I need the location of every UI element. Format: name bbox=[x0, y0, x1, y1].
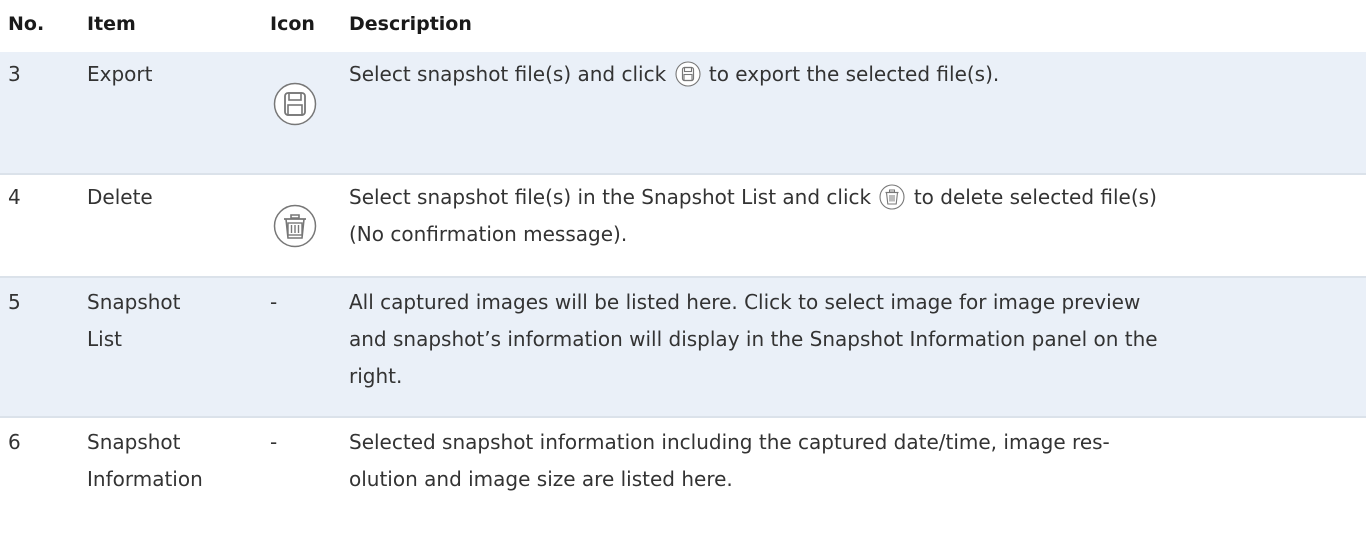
row-description: Selected snapshot information including … bbox=[349, 424, 1359, 498]
save-icon bbox=[273, 82, 317, 126]
table-header-row: No. Item Icon Description bbox=[0, 0, 1366, 52]
trash-icon bbox=[273, 204, 317, 248]
description-text: (No confirmation message). bbox=[349, 222, 628, 246]
row-item-line: List bbox=[87, 327, 122, 351]
row-item: Snapshot List bbox=[87, 284, 247, 358]
row-item-line: Snapshot bbox=[87, 430, 181, 454]
row-description: All captured images will be listed here.… bbox=[349, 284, 1359, 395]
row-item: Export bbox=[87, 62, 153, 86]
row-item-line: Information bbox=[87, 467, 203, 491]
description-text: Select snapshot file(s) in the Snapshot … bbox=[349, 185, 872, 209]
description-text: right. bbox=[349, 364, 403, 388]
row-number: 4 bbox=[8, 185, 21, 209]
row-description: Select snapshot file(s) and click to exp… bbox=[349, 56, 1359, 93]
row-number: 5 bbox=[8, 290, 21, 314]
table-row: 3 Export Select snapshot file(s) and cli… bbox=[0, 52, 1366, 175]
row-number: 6 bbox=[8, 430, 21, 454]
save-icon bbox=[674, 61, 701, 87]
description-text: Select snapshot file(s) and click bbox=[349, 62, 667, 86]
row-item: Snapshot Information bbox=[87, 424, 247, 498]
header-item: Item bbox=[87, 13, 136, 35]
row-icon-placeholder: - bbox=[270, 290, 278, 314]
row-description: Select snapshot file(s) in the Snapshot … bbox=[349, 179, 1359, 253]
description-text: to delete selected file(s) bbox=[913, 185, 1157, 209]
row-item: Delete bbox=[87, 185, 153, 209]
description-text: olution and image size are listed here. bbox=[349, 467, 733, 491]
feature-table: No. Item Icon Description 3 Export Selec… bbox=[0, 0, 1366, 537]
table-row: 5 Snapshot List - All captured images wi… bbox=[0, 278, 1366, 418]
header-no: No. bbox=[8, 13, 45, 35]
table-row: 6 Snapshot Information - Selected snapsh… bbox=[0, 418, 1366, 537]
description-text: Selected snapshot information including … bbox=[349, 430, 1110, 454]
description-text: All captured images will be listed here.… bbox=[349, 290, 1141, 314]
description-text: to export the selected file(s). bbox=[708, 62, 1000, 86]
row-icon-placeholder: - bbox=[270, 430, 278, 454]
row-number: 3 bbox=[8, 62, 21, 86]
description-text: and snapshot’s information will display … bbox=[349, 327, 1158, 351]
table-row: 4 Delete Select snapshot file(s) in the … bbox=[0, 175, 1366, 278]
header-icon: Icon bbox=[270, 13, 315, 35]
row-item-line: Snapshot bbox=[87, 290, 181, 314]
header-description: Description bbox=[349, 13, 472, 35]
trash-icon bbox=[879, 184, 906, 210]
